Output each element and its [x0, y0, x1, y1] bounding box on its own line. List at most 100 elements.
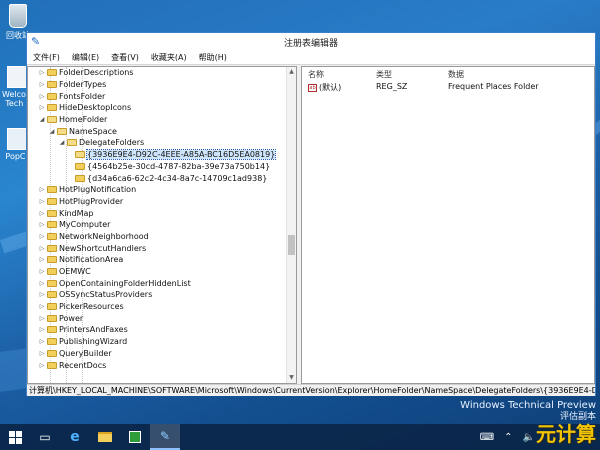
collapsed-arrow-icon[interactable]: ▷ — [38, 350, 46, 357]
tree-item[interactable]: ▷ OSSyncStatusProviders — [28, 289, 286, 301]
folder-icon — [47, 197, 57, 205]
collapsed-arrow-icon[interactable]: ▷ — [38, 233, 46, 240]
tree-item[interactable]: ◢ DelegateFolders — [28, 137, 286, 149]
tree-item[interactable]: {d34a6ca6-62c2-4c34-8a7c-14709c1ad938} — [28, 172, 286, 184]
folder-icon — [47, 326, 57, 334]
volume-icon[interactable]: 🔈 — [523, 432, 535, 443]
tree-item-label: {3936E9E4-D92C-4EEE-A85A-BC16D5EA0819} — [85, 149, 277, 161]
collapsed-arrow-icon[interactable]: ▷ — [38, 93, 46, 100]
tree-item-label: {d34a6ca6-62c2-4c34-8a7c-14709c1ad938} — [87, 173, 268, 183]
collapsed-arrow-icon[interactable]: ▷ — [38, 268, 46, 275]
folder-icon — [47, 81, 57, 89]
folder-icon — [47, 186, 57, 194]
folder-icon — [67, 139, 77, 147]
tree-item-label: FontsFolder — [59, 91, 106, 101]
tree-item[interactable]: ▷ HotPlugProvider — [28, 196, 286, 208]
collapsed-arrow-icon[interactable]: ▷ — [38, 221, 46, 228]
collapsed-arrow-icon[interactable]: ▷ — [38, 280, 46, 287]
tree-item-label: KindMap — [59, 208, 94, 218]
values-list-pane[interactable]: 名称 类型 数据 ab (默认) REG_SZ Frequent Places F… — [301, 66, 595, 384]
keyboard-icon[interactable]: ⌨ — [480, 432, 494, 443]
folder-icon — [47, 291, 57, 299]
column-header-data[interactable]: 数据 — [448, 69, 464, 80]
tree-item[interactable]: ▷ FolderTypes — [28, 79, 286, 91]
values-list-header: 名称 类型 数据 — [302, 67, 594, 81]
tree-item-label: NameSpace — [69, 126, 117, 136]
tree-item[interactable]: ▷ KindMap — [28, 207, 286, 219]
tree-item[interactable]: ▷ OpenContainingFolderHiddenList — [28, 277, 286, 289]
tree-item[interactable]: ▷ NetworkNeighborhood — [28, 231, 286, 243]
collapsed-arrow-icon[interactable]: ▷ — [38, 104, 46, 111]
tree-item[interactable]: {3936E9E4-D92C-4EEE-A85A-BC16D5EA0819} — [28, 149, 286, 161]
tray-arrow-icon[interactable]: ⌃ — [504, 432, 512, 443]
expanded-arrow-icon[interactable]: ◢ — [58, 139, 66, 146]
tree-item[interactable]: ▷ QueryBuilder — [28, 348, 286, 360]
tree-scrollbar[interactable]: ▲ ▼ — [286, 67, 296, 383]
tree-item[interactable]: ▷ HotPlugNotification — [28, 184, 286, 196]
file-explorer-icon — [98, 432, 112, 442]
tree-item[interactable]: ▷ PublishingWizard — [28, 336, 286, 348]
value-name-cell: ab (默认) — [308, 82, 341, 93]
scroll-up-icon[interactable]: ▲ — [287, 67, 296, 77]
folder-icon — [47, 303, 57, 311]
expanded-arrow-icon[interactable]: ◢ — [38, 116, 46, 123]
ab-string-icon: ab — [308, 83, 317, 92]
tree-item[interactable]: ▷ NewShortcutHandlers — [28, 242, 286, 254]
column-header-name[interactable]: 名称 — [308, 69, 324, 80]
tree-item[interactable]: ◢ HomeFolder — [28, 114, 286, 126]
file-explorer-button[interactable] — [90, 424, 120, 450]
collapsed-arrow-icon[interactable]: ▷ — [38, 81, 46, 88]
collapsed-arrow-icon[interactable]: ▷ — [38, 303, 46, 310]
tree-item[interactable]: ▷ HideDesktopIcons — [28, 102, 286, 114]
tree-item[interactable]: {4564b25e-30cd-4787-82ba-39e73a750b14} — [28, 161, 286, 173]
start-button[interactable] — [0, 424, 30, 450]
tree-item-label: NotificationArea — [59, 255, 124, 265]
folder-icon — [75, 151, 85, 159]
folder-icon — [47, 232, 57, 240]
collapsed-arrow-icon[interactable]: ▷ — [38, 291, 46, 298]
site-logo: 元计算 — [536, 422, 596, 446]
scroll-down-icon[interactable]: ▼ — [287, 373, 296, 383]
tree-item[interactable]: ▷ Power — [28, 312, 286, 324]
collapsed-arrow-icon[interactable]: ▷ — [38, 256, 46, 263]
collapsed-arrow-icon[interactable]: ▷ — [38, 326, 46, 333]
tree-item[interactable]: ▷ NotificationArea — [28, 254, 286, 266]
menu-view[interactable]: 查看(V) — [105, 52, 145, 63]
tree-item-label: {4564b25e-30cd-4787-82ba-39e73a750b14} — [87, 161, 271, 171]
menu-edit[interactable]: 编辑(E) — [66, 52, 105, 63]
column-header-type[interactable]: 类型 — [376, 69, 392, 80]
registry-tree-pane[interactable]: ▷ FolderDescriptions ▷ FolderTypes ▷ FontsFol… — [27, 66, 297, 384]
collapsed-arrow-icon[interactable]: ▷ — [38, 245, 46, 252]
tree-item[interactable]: ▷ PrintersAndFaxes — [28, 324, 286, 336]
menu-favorites[interactable]: 收藏夹(A) — [145, 52, 193, 63]
collapsed-arrow-icon[interactable]: ▷ — [38, 315, 46, 322]
collapsed-arrow-icon[interactable]: ▷ — [38, 198, 46, 205]
tree-item[interactable]: ◢ NameSpace — [28, 125, 286, 137]
value-row[interactable]: ab (默认) REG_SZ Frequent Places Folder — [302, 82, 594, 94]
tree-item-label: DelegateFolders — [79, 138, 145, 148]
tree-item[interactable]: ▷ OEMWC — [28, 266, 286, 278]
expanded-arrow-icon[interactable]: ◢ — [48, 128, 56, 135]
scroll-thumb[interactable] — [288, 235, 295, 255]
tree-item[interactable]: ▷ RecentDocs — [28, 359, 286, 371]
ie-button[interactable]: e — [60, 424, 90, 450]
store-button[interactable] — [120, 424, 150, 450]
tree-item[interactable]: ▷ FolderDescriptions — [28, 67, 286, 79]
menu-help[interactable]: 帮助(H) — [193, 52, 233, 63]
watermark-edition: Windows Technical Preview — [460, 400, 596, 411]
regedit-taskbar-button[interactable]: ✎ — [150, 424, 180, 450]
tree-item-label: RecentDocs — [59, 360, 107, 370]
collapsed-arrow-icon[interactable]: ▷ — [38, 210, 46, 217]
tree-item[interactable]: ▷ MyComputer — [28, 219, 286, 231]
tree-item-label: PrintersAndFaxes — [59, 325, 128, 335]
tree-item[interactable]: ▷ FontsFolder — [28, 90, 286, 102]
task-view-button[interactable]: ▭ — [30, 424, 60, 450]
tree-item[interactable]: ▷ PickerResources — [28, 301, 286, 313]
collapsed-arrow-icon[interactable]: ▷ — [38, 338, 46, 345]
collapsed-arrow-icon[interactable]: ▷ — [38, 69, 46, 76]
collapsed-arrow-icon[interactable]: ▷ — [38, 186, 46, 193]
title-bar[interactable]: ✎ 注册表编辑器 — [27, 33, 595, 51]
start-icon — [8, 430, 22, 444]
menu-file[interactable]: 文件(F) — [27, 52, 66, 63]
collapsed-arrow-icon[interactable]: ▷ — [38, 362, 46, 369]
